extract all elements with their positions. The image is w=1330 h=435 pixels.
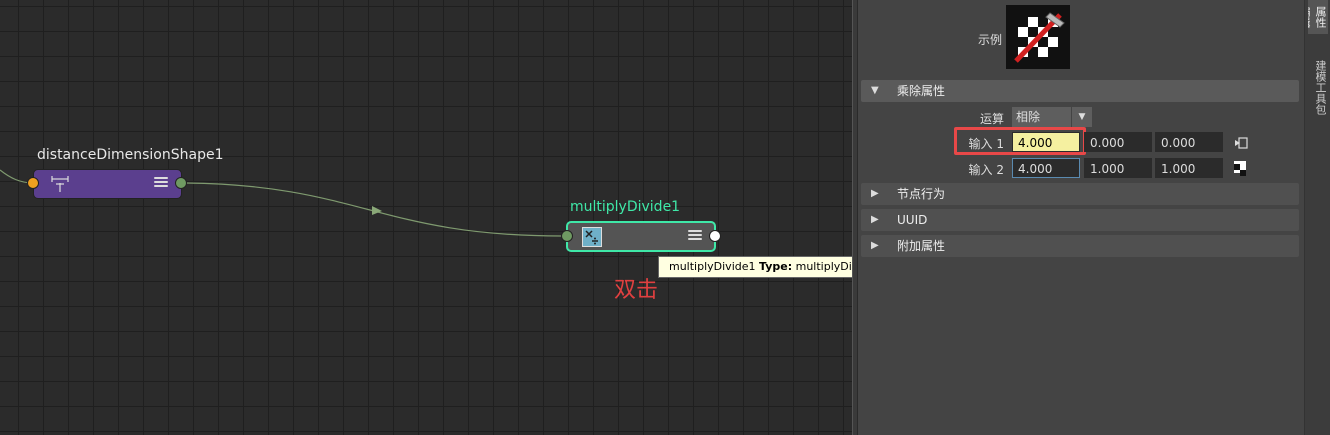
sample-label: 示例 [978, 33, 1003, 47]
input-port[interactable] [27, 177, 39, 189]
collapsed-arrow-icon: ▶ [871, 240, 879, 251]
input2-label: 输入 2 [968, 163, 1004, 177]
section-uuid[interactable]: ▶ UUID [861, 209, 1299, 231]
distance-dimension-icon [50, 175, 70, 193]
attribute-list-icon[interactable] [154, 177, 168, 189]
input2-x-field[interactable]: 4.000 [1012, 158, 1080, 178]
input-port[interactable] [561, 230, 573, 242]
node-editor-graph[interactable]: distanceDimensionShape1 multiplyDivide1 … [0, 0, 852, 435]
collapsed-arrow-icon: ▶ [871, 188, 879, 199]
double-click-annotation: 双击 [614, 278, 659, 303]
node-title-multiply: multiplyDivide1 [570, 199, 681, 215]
section-multiply-attributes[interactable]: ▼ 乘除属性 [861, 80, 1299, 102]
node-multiply-divide[interactable] [566, 221, 716, 252]
sample-swatch [1006, 5, 1070, 69]
section-extra-attributes[interactable]: ▶ 附加属性 [861, 235, 1299, 257]
input1-z-field[interactable]: 0.000 [1155, 132, 1223, 152]
multiply-divide-icon [582, 227, 602, 247]
operation-label: 运算 [979, 112, 1004, 126]
input1-y-field[interactable]: 0.000 [1084, 132, 1152, 152]
output-port[interactable] [175, 177, 187, 189]
input2-z-field[interactable]: 1.000 [1155, 158, 1223, 178]
checker-map-icon[interactable] [1234, 161, 1246, 176]
collapsed-arrow-icon: ▶ [871, 214, 879, 225]
section-title: UUID [897, 213, 928, 227]
tab-attribute-editor[interactable]: 属性编辑器 [1308, 0, 1328, 34]
chevron-down-icon: ▼ [1071, 107, 1092, 127]
operation-dropdown[interactable]: 相除 ▼ [1012, 107, 1092, 127]
input1-x-field[interactable]: 4.000 [1012, 132, 1080, 152]
attribute-list-icon[interactable] [688, 230, 702, 242]
tooltip-type-label: Type: [759, 260, 793, 273]
output-port[interactable] [709, 230, 721, 242]
operation-value: 相除 [1016, 110, 1041, 124]
input1-label: 输入 1 [968, 137, 1004, 151]
wire-direction-arrow [372, 206, 382, 215]
attribute-editor-panel: 示例 ▼ 乘除属性 运算 相除 ▼ 输入 1 4.000 0.000 0.000… [858, 0, 1304, 435]
section-node-behavior[interactable]: ▶ 节点行为 [861, 183, 1299, 205]
connection-map-icon[interactable] [1234, 135, 1248, 149]
section-title: 节点行为 [897, 187, 946, 201]
input2-y-field[interactable]: 1.000 [1084, 158, 1152, 178]
node-distance-dimension-shape[interactable] [33, 169, 182, 199]
connection-wires [0, 169, 563, 237]
node-title-distance: distanceDimensionShape1 [37, 147, 224, 163]
section-title: 乘除属性 [897, 84, 946, 98]
side-tab-bar: 属性编辑器 建模工具包 [1304, 0, 1330, 435]
section-title: 附加属性 [897, 239, 946, 253]
tooltip-node-name: multiplyDivide1 [669, 260, 756, 273]
expanded-arrow-icon: ▼ [871, 85, 879, 96]
tab-modeling-toolkit[interactable]: 建模工具包 [1308, 52, 1328, 122]
